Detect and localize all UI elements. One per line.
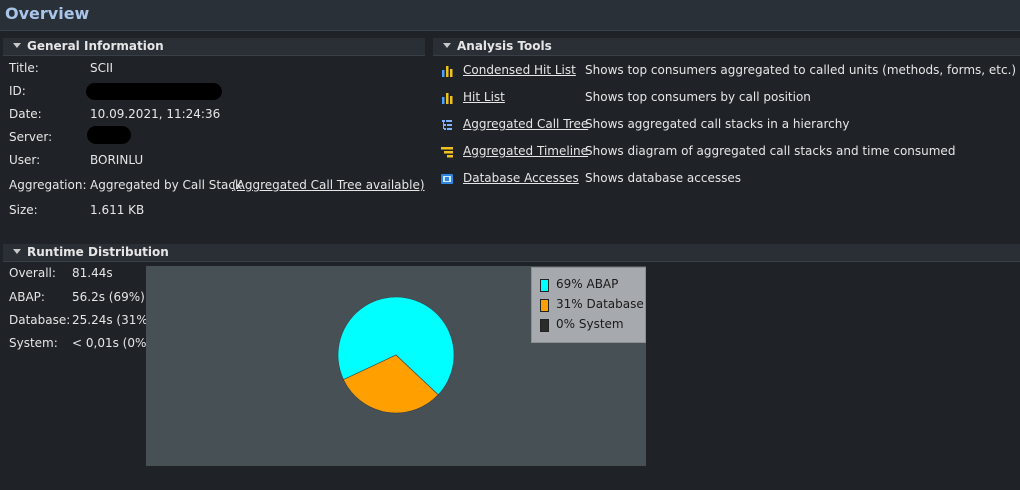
aggregation-value: Aggregated by Call Stack bbox=[90, 178, 242, 192]
overall-label: Overall: bbox=[9, 266, 56, 280]
database-label: Database: bbox=[9, 313, 71, 327]
general-information-header[interactable]: General Information bbox=[3, 38, 425, 56]
hit-list-description: Shows top consumers by call position bbox=[585, 90, 811, 104]
aggregated-call-tree-tool-link[interactable]: Aggregated Call Tree bbox=[463, 117, 588, 131]
database-value: 25.24s (31%) bbox=[72, 313, 153, 327]
size-value: 1.611 KB bbox=[90, 203, 145, 217]
aggregated-timeline-description: Shows diagram of aggregated call stacks … bbox=[585, 144, 956, 158]
collapse-triangle-icon[interactable] bbox=[443, 43, 451, 48]
analysis-tools-header[interactable]: Analysis Tools bbox=[433, 38, 1020, 56]
system-value: < 0,01s (0%) bbox=[72, 336, 152, 350]
condensed-hit-list-description: Shows top consumers aggregated to called… bbox=[585, 63, 1017, 77]
overall-value: 81.44s bbox=[72, 266, 113, 280]
runtime-distribution-header[interactable]: Runtime Distribution bbox=[3, 244, 1020, 262]
runtime-distribution-title: Runtime Distribution bbox=[27, 245, 169, 259]
legend-swatch-system bbox=[540, 319, 549, 332]
legend-label-abap: 69% ABAP bbox=[556, 277, 619, 291]
redacted-id bbox=[86, 83, 222, 100]
date-value: 10.09.2021, 11:24:36 bbox=[90, 107, 221, 121]
legend-swatch-abap bbox=[540, 279, 549, 292]
aggregated-call-tree-link[interactable]: (Aggregated Call Tree available) bbox=[232, 178, 425, 192]
legend-label-database: 31% Database bbox=[556, 297, 644, 311]
database-icon bbox=[441, 174, 453, 184]
user-value: BORINLU bbox=[90, 153, 144, 167]
aggregated-timeline-link[interactable]: Aggregated Timeline bbox=[463, 144, 588, 158]
abap-value: 56.2s (69%) bbox=[72, 290, 145, 304]
title-bar: Overview bbox=[0, 0, 1020, 31]
chart-legend: 69% ABAP 31% Database 0% System bbox=[531, 267, 646, 343]
id-label: ID: bbox=[9, 84, 26, 98]
analysis-tools-title: Analysis Tools bbox=[457, 39, 552, 53]
legend-swatch-database bbox=[540, 299, 549, 312]
date-label: Date: bbox=[9, 107, 42, 121]
general-information-title: General Information bbox=[27, 39, 164, 53]
legend-label-system: 0% System bbox=[556, 317, 624, 331]
aggregation-label: Aggregation: bbox=[9, 178, 87, 192]
condensed-hit-list-link[interactable]: Condensed Hit List bbox=[463, 63, 576, 77]
timeline-icon bbox=[441, 147, 453, 158]
size-label: Size: bbox=[9, 203, 38, 217]
database-accesses-description: Shows database accesses bbox=[585, 171, 741, 185]
database-accesses-link[interactable]: Database Accesses bbox=[463, 171, 579, 185]
abap-label: ABAP: bbox=[9, 290, 45, 304]
collapse-triangle-icon[interactable] bbox=[13, 249, 21, 254]
server-label: Server: bbox=[9, 130, 53, 144]
title-value: SCII bbox=[90, 61, 114, 75]
title-label: Title: bbox=[9, 61, 39, 75]
bar-chart-icon bbox=[442, 93, 453, 104]
system-label: System: bbox=[9, 336, 58, 350]
user-label: User: bbox=[9, 153, 41, 167]
hit-list-link[interactable]: Hit List bbox=[463, 90, 505, 104]
page-title: Overview bbox=[5, 4, 90, 23]
aggregated-call-tree-description: Shows aggregated call stacks in a hierar… bbox=[585, 117, 850, 131]
redacted-server bbox=[87, 126, 131, 144]
collapse-triangle-icon[interactable] bbox=[13, 43, 21, 48]
bar-chart-icon bbox=[442, 66, 453, 77]
tree-icon bbox=[442, 120, 452, 130]
